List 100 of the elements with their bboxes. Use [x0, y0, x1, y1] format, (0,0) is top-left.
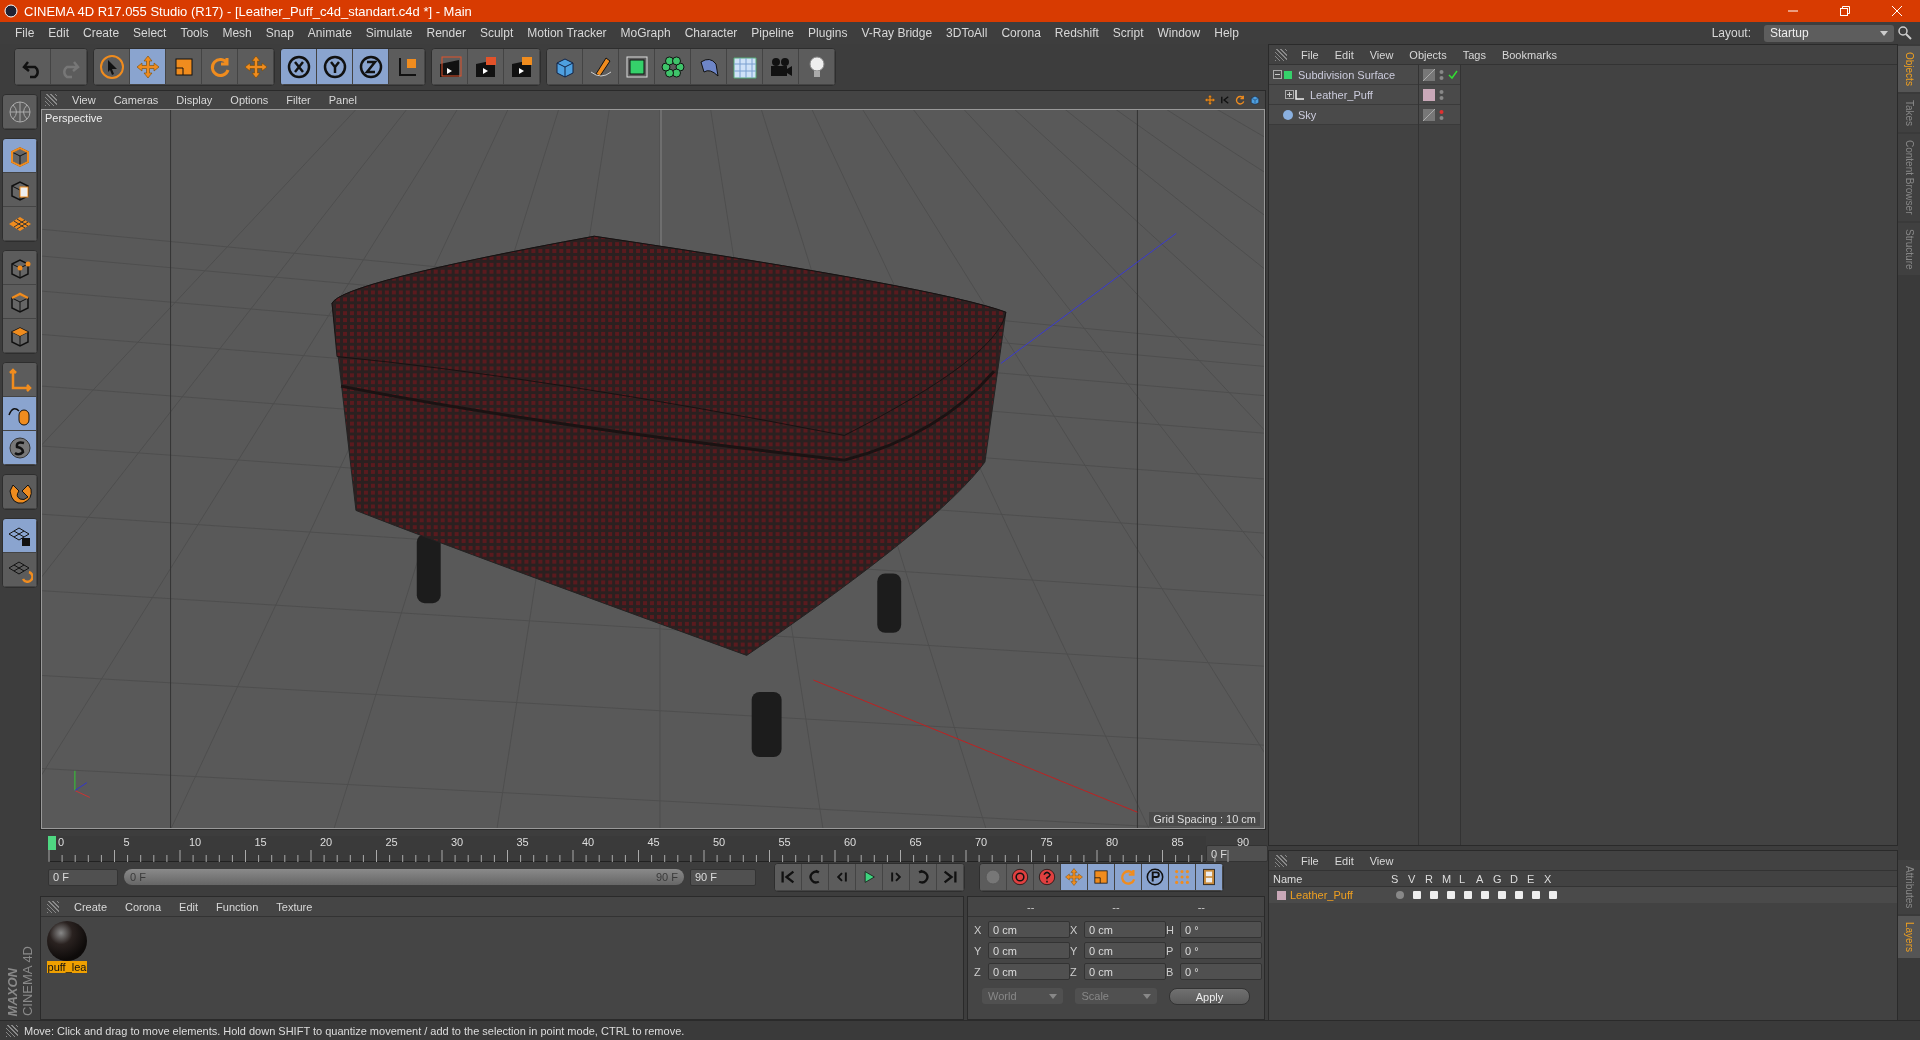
menu-item[interactable]: Mesh [215, 26, 259, 40]
tool-button[interactable] [3, 475, 37, 509]
tool-button[interactable] [3, 251, 37, 285]
tool-button[interactable] [3, 285, 37, 319]
tool-button[interactable] [353, 49, 389, 85]
tool-button[interactable] [799, 49, 835, 85]
menu-item[interactable]: Script [1105, 26, 1151, 40]
menu-item[interactable]: Corona [994, 26, 1048, 40]
menu-item[interactable]: Corona [116, 900, 171, 913]
object-name: Leather_Puff [1310, 88, 1373, 101]
tool-button[interactable] [3, 553, 37, 587]
grip-icon[interactable] [1275, 854, 1287, 867]
menu-item[interactable]: File [8, 26, 42, 40]
side-tab[interactable]: Layers [1898, 916, 1920, 958]
menu-item[interactable]: Panel [319, 94, 366, 106]
frame-field[interactable]: 0 F [1206, 845, 1268, 862]
position-field[interactable]: 0 cm [988, 963, 1070, 980]
enabled-check-icon[interactable] [1448, 69, 1458, 80]
tool-button[interactable] [94, 49, 130, 85]
grip-icon[interactable] [45, 94, 57, 106]
end-frame-field[interactable]: 90 F [690, 868, 756, 886]
tool-button[interactable] [317, 49, 353, 85]
menu-item[interactable]: Select [126, 26, 174, 40]
tool-button[interactable] [3, 519, 37, 553]
menu-item[interactable]: Function [207, 900, 268, 913]
viewport-canvas[interactable]: Perspective Grid Spacing : 10 cm [41, 109, 1265, 829]
menu-item[interactable]: Sculpt [472, 26, 521, 40]
tool-button[interactable] [281, 49, 317, 85]
grip-icon[interactable] [47, 900, 59, 913]
menu-item[interactable]: Tags [1454, 48, 1494, 61]
grip-icon[interactable] [1275, 48, 1287, 61]
menu-item[interactable]: Tools [173, 26, 216, 40]
key-button[interactable] [1196, 863, 1223, 891]
tool-button[interactable] [727, 49, 763, 85]
key-button[interactable] [1169, 863, 1196, 891]
start-frame-field[interactable]: 0 F [48, 868, 118, 886]
expander-icon[interactable] [1285, 90, 1294, 99]
menu-item[interactable]: Cameras [104, 94, 168, 106]
expander-icon[interactable] [1273, 70, 1282, 79]
tree-row[interactable]: Subdivision Surface [1269, 65, 1418, 85]
menu-item[interactable]: Bookmarks [1493, 48, 1565, 61]
menu-item[interactable]: Animate [300, 26, 359, 40]
playback-button[interactable] [856, 863, 883, 891]
side-tab[interactable]: Objects [1898, 46, 1920, 92]
menu-item[interactable]: Help [1207, 26, 1246, 40]
menu-item[interactable]: Character [677, 26, 745, 40]
menu-item[interactable]: Create [76, 26, 127, 40]
key-button[interactable] [1115, 863, 1142, 891]
rotation-field[interactable]: 0 ° [1180, 942, 1262, 959]
key-button[interactable] [1061, 863, 1088, 891]
menu-item[interactable]: File [1293, 854, 1327, 867]
menu-item[interactable]: Render [419, 26, 473, 40]
menu-item[interactable]: Redshift [1047, 26, 1106, 40]
menu-item[interactable]: View [1361, 48, 1402, 61]
menu-item[interactable]: File [1293, 48, 1327, 61]
menu-item[interactable]: Pipeline [744, 26, 802, 40]
menu-item[interactable]: Plugins [801, 26, 855, 40]
layout-dropdown[interactable]: Startup [1764, 24, 1894, 42]
menu-item[interactable]: Window [1150, 26, 1208, 40]
tree-row[interactable]: Sky [1269, 105, 1418, 125]
size-field[interactable]: 0 cm [1084, 942, 1166, 959]
tree-row[interactable]: Leather_Puff [1269, 85, 1418, 105]
menu-item[interactable]: View [1361, 854, 1402, 867]
tool-button[interactable] [3, 431, 37, 465]
menu-item[interactable]: Edit [170, 900, 208, 913]
menu-item[interactable]: Edit [1326, 48, 1362, 61]
menu-item[interactable]: Options [221, 94, 278, 106]
key-button[interactable] [1088, 863, 1115, 891]
tool-button[interactable] [504, 49, 540, 85]
position-field[interactable]: 0 cm [988, 942, 1070, 959]
apply-button[interactable]: Apply [1168, 988, 1250, 1005]
menu-item[interactable]: Create [65, 900, 117, 913]
tool-button[interactable] [389, 49, 425, 85]
material-name[interactable]: puff_lea [46, 961, 88, 973]
position-field[interactable]: 0 cm [988, 921, 1070, 938]
menu-item[interactable]: Filter [277, 94, 320, 106]
menu-item[interactable]: Snap [258, 26, 301, 40]
menu-item[interactable]: Display [167, 94, 222, 106]
menu-item[interactable]: Objects [1401, 48, 1455, 61]
menu-item[interactable]: View [63, 94, 105, 106]
layer-row[interactable]: Leather_Puff [1269, 887, 1897, 903]
grip-icon[interactable] [6, 1024, 18, 1037]
menu-item[interactable]: Edit [41, 26, 77, 40]
material-preview[interactable] [47, 921, 87, 961]
tool-button[interactable] [3, 173, 37, 207]
menu-item[interactable]: Motion Tracker [520, 26, 614, 40]
menu-item[interactable]: Edit [1326, 854, 1362, 867]
tool-button[interactable] [655, 49, 691, 85]
menu-item[interactable]: MoGraph [613, 26, 678, 40]
rotation-field[interactable]: 0 ° [1180, 921, 1262, 938]
menu-item[interactable]: Texture [267, 900, 322, 913]
tool-button[interactable] [619, 49, 655, 85]
size-field[interactable]: 0 cm [1084, 963, 1166, 980]
size-field[interactable]: 0 cm [1084, 921, 1166, 938]
menu-item[interactable]: Simulate [358, 26, 420, 40]
menu-item[interactable]: V-Ray Bridge [854, 26, 940, 40]
menu-item[interactable]: 3DToAll [939, 26, 995, 40]
tool-button[interactable] [3, 319, 37, 353]
key-button[interactable] [1142, 863, 1169, 891]
rotation-field[interactable]: 0 ° [1180, 963, 1262, 980]
